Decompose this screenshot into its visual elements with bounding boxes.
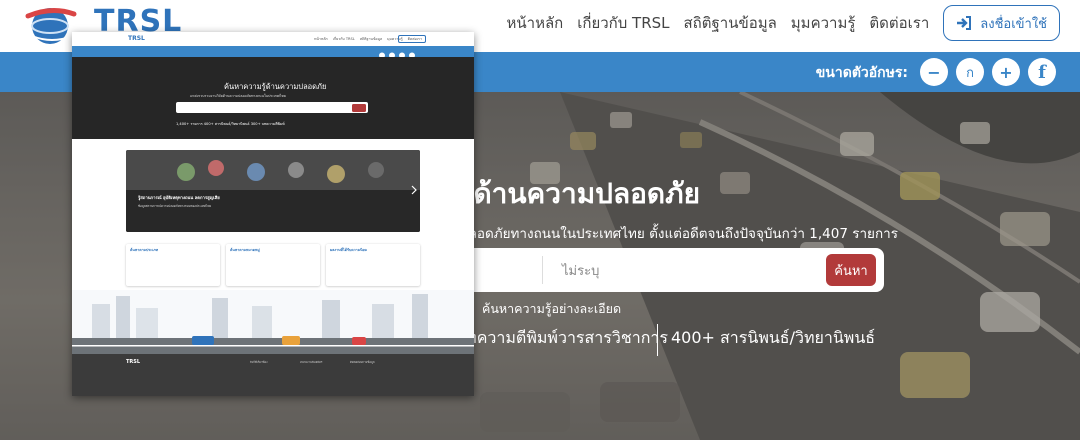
nav-contact[interactable]: ติดต่อเรา [869, 11, 929, 35]
stat-theses: 400+ สารนิพนธ์/วิทยานิพนธ์ [671, 328, 876, 347]
thumb-footer-col: หน่วยงานพันธมิตร [300, 360, 323, 364]
thumb-accessibility-bar [72, 46, 474, 59]
thumb-banner: รู้สถานการณ์ อุบัติเหตุทางถนน ลดการสูญเส… [126, 150, 420, 232]
font-normal-button[interactable]: ก [956, 58, 984, 86]
thumb-card-title: ค้นหาตามหมวดหมู่ [230, 248, 260, 252]
website-preview-thumbnail: TRSL หน้าหลัก เกี่ยวกับ TRSL สถิติฐานข้อ… [72, 32, 474, 396]
font-decrease-button[interactable]: − [920, 58, 948, 86]
hero-title: มรู้ด้านความปลอดภัย [440, 177, 700, 210]
login-icon [957, 16, 972, 30]
thumb-footer: TRSL ลิงก์ที่เกี่ยวข้อง หน่วยงานพันธมิตร… [72, 354, 474, 396]
login-button[interactable]: ลงชื่อเข้าใช้ [943, 5, 1060, 41]
search-bar: ไม่ระบุ ค้นหา [450, 248, 884, 292]
thumb-card: ผลงานที่ได้รับความนิยม [326, 244, 420, 286]
thumb-nav-item: หน้าหลัก [314, 37, 328, 41]
main-nav: หน้าหลัก เกี่ยวกับ TRSL สถิติฐานข้อมูล ม… [507, 5, 1060, 41]
thumb-topbar: TRSL หน้าหลัก เกี่ยวกับ TRSL สถิติฐานข้อ… [72, 32, 474, 46]
thumb-banner-image [126, 150, 420, 232]
advanced-search-link[interactable]: ค้นหาความรู้อย่างละเอียด [482, 299, 621, 319]
thumb-hero-subtitle: แหล่งรวบรวมงานวิจัยด้านความปลอดภัยทางถนน… [190, 94, 286, 98]
font-increase-button[interactable]: + [992, 58, 1020, 86]
category-select[interactable]: ไม่ระบุ [562, 260, 599, 281]
stat-divider [657, 324, 658, 356]
search-divider [542, 256, 543, 284]
hero-subtitle: ปลอดภัยทางถนนในประเทศไทย ตั้งแต่อดีตจนถึ… [460, 226, 898, 242]
thumb-nav-item: เกี่ยวกับ TRSL [332, 37, 355, 41]
thumb-card: ค้นหาตามประเภท [126, 244, 220, 286]
font-size-label: ขนาดตัวอักษร: [815, 65, 908, 81]
thumb-hero: ค้นหาความรู้ด้านความปลอดภัย แหล่งรวบรวมง… [72, 57, 474, 139]
thumb-footer-col: ติดต่อสอบถามข้อมูล [350, 360, 375, 364]
thumb-nav-item: สถิติฐานข้อมูล [359, 37, 383, 41]
thumb-hero-title: ค้นหาความรู้ด้านความปลอดภัย [224, 82, 327, 91]
nav-about[interactable]: เกี่ยวกับ TRSL [577, 11, 669, 35]
search-button[interactable]: ค้นหา [826, 254, 876, 286]
thumb-logo: TRSL [128, 35, 145, 42]
facebook-icon[interactable]: f [1028, 58, 1056, 86]
login-label: ลงชื่อเข้าใช้ [980, 16, 1047, 32]
thumb-search-bar [176, 102, 368, 113]
thumb-footer-logo: TRSL [126, 359, 141, 365]
thumb-card-title: ค้นหาตามประเภท [130, 248, 159, 252]
thumb-banner-title: รู้สถานการณ์ อุบัติเหตุทางถนน ลดการสูญเส… [138, 195, 220, 200]
nav-knowledge[interactable]: มุมความรู้ [791, 11, 856, 35]
thumb-footer-col: ลิงก์ที่เกี่ยวข้อง [250, 360, 268, 364]
thumb-stats: 1,400+ รายการ 400+ สารนิพนธ์/วิทยานิพนธ์… [176, 122, 285, 126]
thumb-search-button [352, 103, 366, 112]
thumb-cards: ค้นหาตามประเภท ค้นหาตามหมวดหมู่ ผลงานที่… [126, 244, 420, 286]
thumb-login-button [398, 35, 426, 43]
thumb-card: ค้นหาตามหมวดหมู่ [226, 244, 320, 286]
thumb-card-title: ผลงานที่ได้รับความนิยม [330, 248, 367, 252]
nav-statistics[interactable]: สถิติฐานข้อมูล [684, 11, 777, 35]
thumb-city-illustration [72, 290, 474, 354]
thumb-banner-text: ข้อมูลสถานการณ์ความปลอดภัยทางถนนของประเท… [138, 204, 212, 208]
stat-journal-articles: บทความตีพิมพ์วารสารวิชาการ [456, 328, 668, 347]
nav-home[interactable]: หน้าหลัก [507, 11, 564, 35]
